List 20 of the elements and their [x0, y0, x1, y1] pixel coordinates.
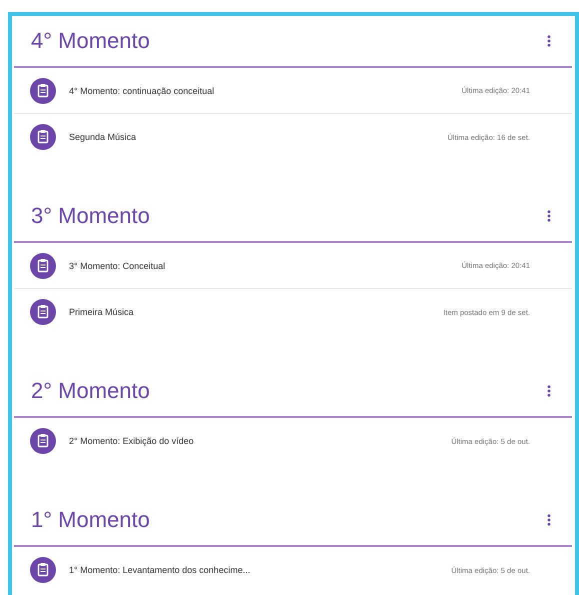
- assignment-title: 4° Momento: continuação conceitual: [69, 86, 216, 96]
- more-options-icon[interactable]: [547, 385, 551, 397]
- clipboard-icon: [30, 252, 56, 278]
- more-options-icon[interactable]: [547, 210, 551, 222]
- assignment-title: Primeira Música: [69, 307, 135, 317]
- section-title: 4° Momento: [31, 28, 150, 54]
- assignment-title: Segunda Música: [69, 132, 138, 142]
- assignment-title: 2° Momento: Exibição do vídeo: [69, 436, 195, 446]
- clipboard-icon: [30, 124, 56, 150]
- clipboard-icon: [30, 428, 56, 454]
- clipboard-icon: [30, 557, 56, 583]
- section-title: 1° Momento: [31, 507, 150, 533]
- section-title: 3° Momento: [31, 203, 150, 229]
- section-title: 2° Momento: [31, 378, 150, 404]
- more-options-icon[interactable]: [547, 514, 551, 526]
- more-options-icon[interactable]: [547, 35, 551, 47]
- assignment-title: 1° Momento: Levantamento dos conhecime...: [69, 565, 252, 575]
- assignment-title: 3° Momento: Conceitual: [69, 260, 166, 270]
- clipboard-icon: [30, 299, 56, 325]
- clipboard-icon: [30, 78, 56, 104]
